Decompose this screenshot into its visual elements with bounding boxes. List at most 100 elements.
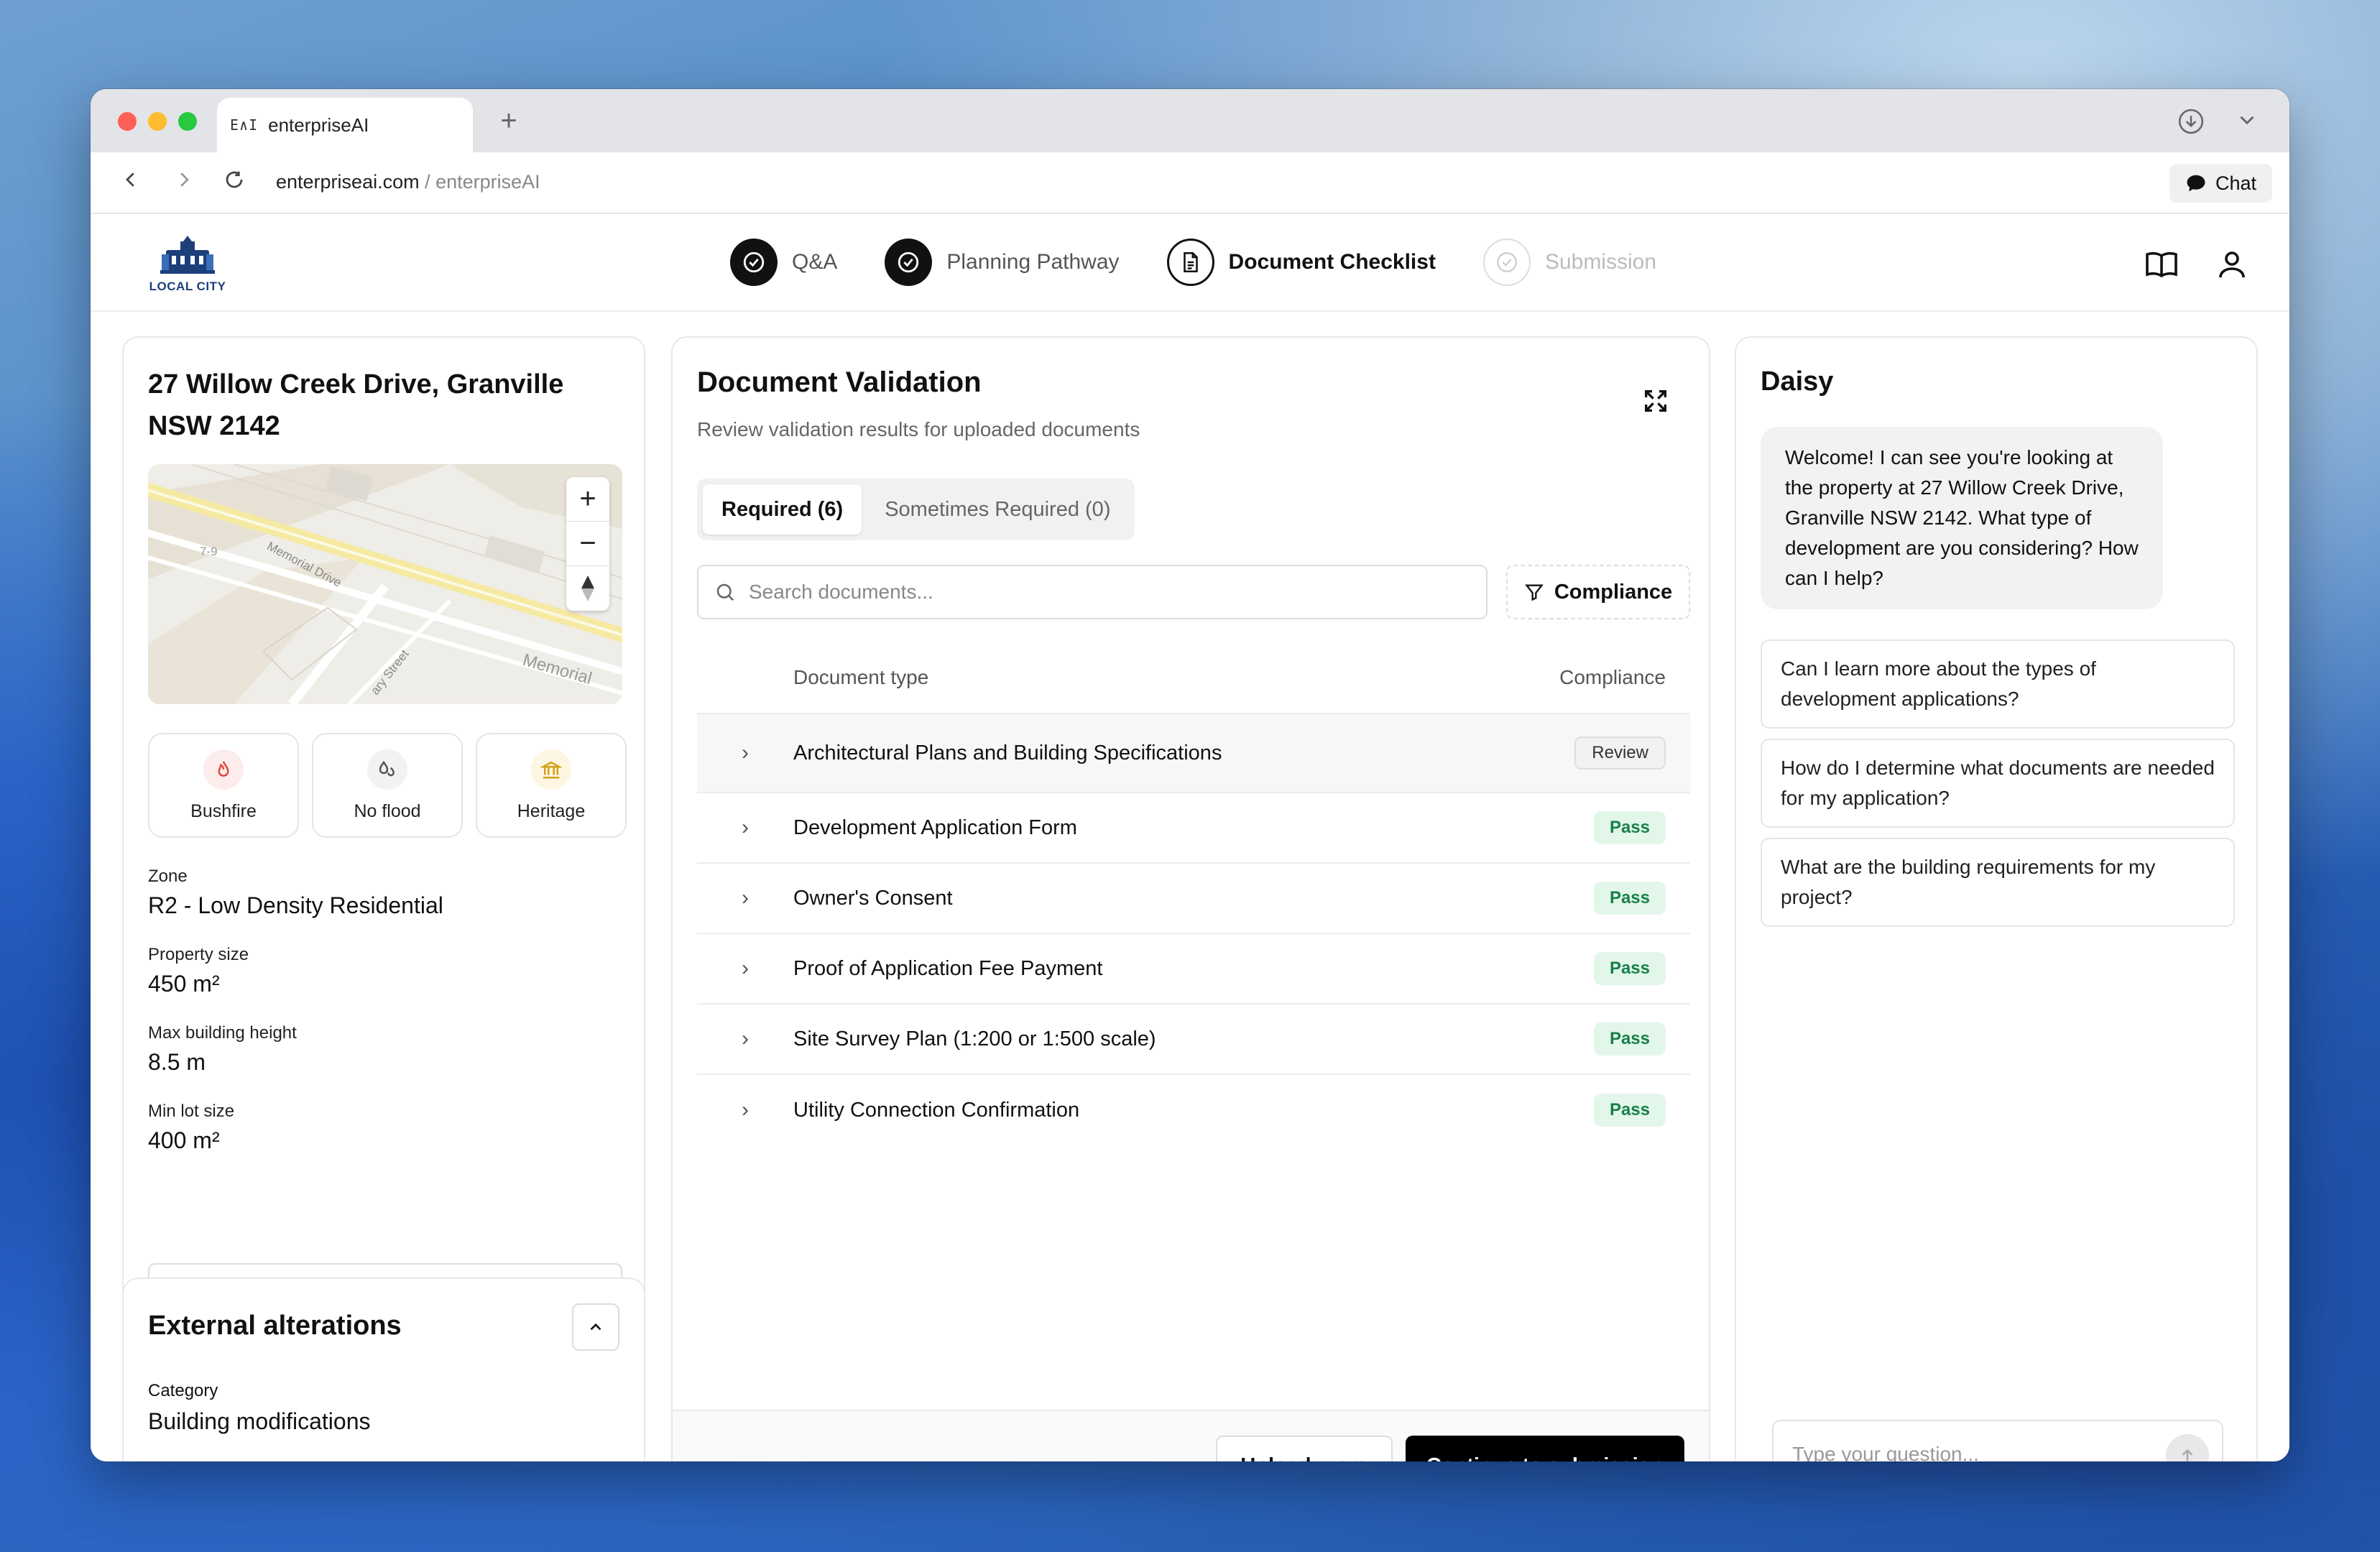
table-row[interactable]: › Architectural Plans and Building Speci… (697, 714, 1690, 793)
logo-text: LOCAL CITY (149, 280, 226, 293)
document-name: Architectural Plans and Building Specifi… (793, 741, 1222, 765)
assistant-name: Daisy (1761, 366, 1834, 397)
forward-button[interactable] (170, 167, 198, 197)
compass-button[interactable] (566, 566, 609, 611)
document-validation-panel: Document Validation Review validation re… (671, 336, 1710, 1461)
table-row[interactable]: › Development Application Form Pass (697, 793, 1690, 864)
step-label: Planning Pathway (946, 250, 1120, 274)
document-tabs: Required (6) Sometimes Required (0) (697, 479, 1135, 540)
step-label: Submission (1544, 250, 1657, 274)
table-row[interactable]: › Utility Connection Confirmation Pass (697, 1075, 1690, 1145)
fact-value-size: 450 m² (148, 971, 220, 997)
expand-icon[interactable] (1641, 387, 1670, 415)
chevron-down-icon[interactable] (2235, 108, 2259, 139)
step-document-checklist[interactable]: Document Checklist (1166, 239, 1436, 286)
check-circle-icon (1482, 239, 1531, 286)
send-button[interactable] (2166, 1434, 2209, 1461)
app-header: LOCAL CITY Q&A Planning Pathway Document… (91, 214, 2289, 312)
check-circle-icon (730, 239, 778, 286)
fact-value-zone: R2 - Low Density Residential (148, 892, 443, 918)
map-zoom-controls: + − (566, 477, 609, 611)
fact-label-lot: Min lot size (148, 1101, 235, 1121)
collapse-button[interactable] (572, 1303, 619, 1351)
chevron-right-icon[interactable]: › (697, 1027, 793, 1051)
url-field[interactable]: enterpriseai.com / enterpriseAI (276, 171, 540, 193)
property-map[interactable]: 7-9 Memorial Drive Memorial ary Street +… (148, 464, 622, 704)
table-row[interactable]: › Owner's Consent Pass (697, 864, 1690, 934)
suggestion-item[interactable]: What are the building requirements for m… (1761, 838, 2235, 927)
compass-icon (581, 576, 594, 601)
chat-input-box (1772, 1420, 2223, 1461)
browser-tab[interactable]: E∧I enterpriseAI (217, 98, 473, 152)
property-facts: Zone R2 - Low Density Residential Proper… (148, 867, 443, 1180)
status-badge[interactable]: Review (1574, 736, 1666, 770)
tab-strip: E∧I enterpriseAI + (91, 89, 2289, 152)
tab-required[interactable]: Required (6) (703, 484, 862, 535)
status-badge: Pass (1593, 811, 1666, 844)
search-input[interactable] (749, 581, 1453, 604)
chevron-right-icon[interactable]: › (697, 816, 793, 840)
filter-label: Compliance (1554, 580, 1673, 604)
hazard-bushfire[interactable]: Bushfire (148, 733, 299, 838)
close-window-button[interactable] (118, 112, 137, 131)
filter-icon (1524, 584, 1544, 601)
step-label: Document Checklist (1228, 250, 1436, 274)
step-planning-pathway[interactable]: Planning Pathway (885, 239, 1120, 286)
reload-button[interactable] (220, 167, 249, 197)
maximize-window-button[interactable] (178, 112, 197, 131)
suggestion-item[interactable]: How do I determine what documents are ne… (1761, 739, 2235, 828)
hazard-flood[interactable]: No flood (312, 733, 463, 838)
download-icon[interactable] (2177, 108, 2205, 142)
new-tab-button[interactable]: + (493, 105, 525, 137)
chevron-right-icon[interactable]: › (697, 741, 793, 765)
landmark-icon (531, 749, 571, 790)
user-icon[interactable] (2215, 247, 2249, 282)
table-row[interactable]: › Proof of Application Fee Payment Pass (697, 934, 1690, 1004)
document-name: Proof of Application Fee Payment (793, 956, 1103, 980)
table-row[interactable]: › Site Survey Plan (1:200 or 1:500 scale… (697, 1004, 1690, 1075)
zoom-in-button[interactable]: + (566, 477, 609, 522)
assistant-panel: Daisy Welcome! I can see you're looking … (1735, 336, 2258, 1461)
minimize-window-button[interactable] (148, 112, 167, 131)
chat-input[interactable] (1792, 1443, 2151, 1461)
document-icon (1166, 239, 1214, 286)
fact-label-height: Max building height (148, 1023, 297, 1043)
zoom-out-button[interactable]: − (566, 522, 609, 566)
browser-window: E∧I enterpriseAI + enterpriseai.com / en… (91, 89, 2289, 1461)
chevron-up-icon (590, 1323, 601, 1331)
book-open-icon[interactable] (2144, 247, 2179, 282)
chevron-right-icon[interactable]: › (697, 956, 793, 981)
hazard-label: Heritage (517, 800, 586, 821)
suggestion-item[interactable]: Can I learn more about the types of deve… (1761, 639, 2235, 729)
search-icon (716, 583, 734, 601)
check-circle-icon (885, 239, 933, 286)
chat-button-label: Chat (2215, 172, 2256, 194)
fact-value-height: 8.5 m (148, 1049, 206, 1075)
arrow-up-icon (2182, 1449, 2193, 1461)
chevron-right-icon[interactable]: › (697, 886, 793, 910)
continue-to-submission-button[interactable]: Continue to submission (1406, 1436, 1684, 1461)
step-qa[interactable]: Q&A (730, 239, 837, 286)
column-header-type: Document type (793, 666, 929, 688)
local-city-logo[interactable]: LOCAL CITY (148, 234, 227, 295)
document-name: Owner's Consent (793, 886, 953, 910)
chevron-right-icon[interactable]: › (697, 1098, 793, 1122)
url-path: / enterpriseAI (419, 171, 540, 193)
step-submission[interactable]: Submission (1482, 239, 1657, 286)
back-button[interactable] (116, 167, 145, 197)
droplets-icon (367, 749, 407, 790)
hazard-list: Bushfire No flood Heritage (148, 733, 627, 838)
category-value: Building modifications (148, 1408, 371, 1434)
upload-more-button[interactable]: Upload more (1216, 1436, 1393, 1461)
url-domain: enterpriseai.com (276, 171, 420, 193)
fact-label-size: Property size (148, 945, 249, 964)
fact-value-lot: 400 m² (148, 1127, 220, 1153)
progress-steps: Q&A Planning Pathway Document Checklist … (730, 239, 1656, 286)
hazard-heritage[interactable]: Heritage (476, 733, 627, 838)
chat-button[interactable]: Chat (2169, 164, 2272, 203)
compliance-filter-button[interactable]: Compliance (1506, 565, 1690, 619)
assistant-message: Welcome! I can see you're looking at the… (1761, 427, 2163, 609)
chat-bubble-icon (2187, 175, 2205, 192)
flame-icon (203, 749, 244, 790)
tab-sometimes-required[interactable]: Sometimes Required (0) (866, 484, 1129, 535)
